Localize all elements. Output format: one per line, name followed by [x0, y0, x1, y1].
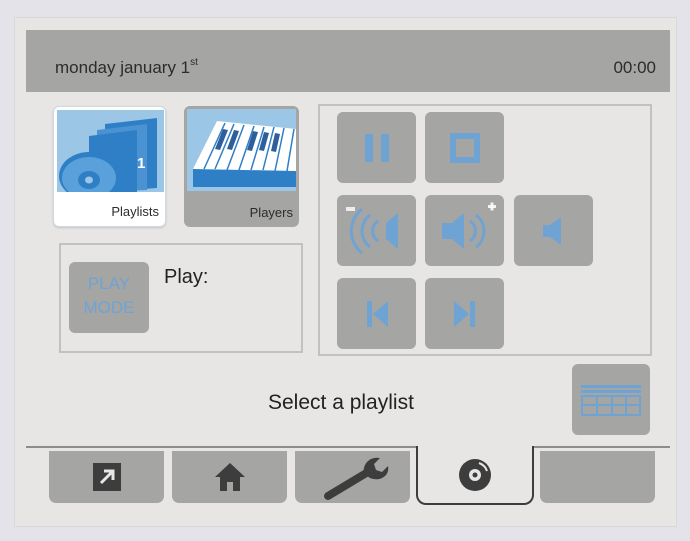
stop-icon: [449, 132, 480, 163]
playlists-icon: 1: [57, 110, 164, 200]
volume-down-icon: [345, 206, 398, 254]
play-mode-label-line2: MODE: [83, 298, 135, 317]
pause-button[interactable]: [337, 112, 416, 183]
play-status-label: Play:: [164, 266, 209, 288]
skip-next-icon: [453, 300, 475, 327]
keyboard-piano-icon: [187, 109, 296, 191]
tab-media[interactable]: [416, 446, 534, 505]
playlists-label: Playlists: [111, 204, 159, 219]
next-button[interactable]: [425, 278, 504, 349]
pause-icon: [364, 133, 389, 162]
tab-bar-divider: [26, 446, 670, 448]
disc-icon: [459, 458, 491, 491]
mute-button[interactable]: [514, 195, 593, 266]
header-bar: monday january 1st 00:00: [26, 30, 670, 92]
play-mode-button[interactable]: PLAY MODE: [69, 262, 149, 333]
keyboard-button[interactable]: [572, 364, 650, 435]
volume-up-icon: [441, 202, 496, 249]
volume-up-button[interactable]: [425, 195, 504, 266]
tab-home[interactable]: [172, 451, 287, 503]
date-suffix: st: [190, 57, 198, 69]
date-display: monday january 1st: [55, 57, 198, 77]
play-mode-label-line1: PLAY: [87, 274, 131, 293]
home-icon: [214, 463, 245, 491]
tab-empty[interactable]: [540, 451, 655, 503]
arrow-out-icon: [92, 463, 121, 491]
mute-icon: [542, 216, 561, 245]
tab-settings[interactable]: [295, 451, 410, 503]
keyboard-icon: [581, 384, 641, 416]
tab-exit[interactable]: [49, 451, 164, 503]
playlists-tile[interactable]: 1 Playlists: [53, 106, 166, 227]
previous-button[interactable]: [337, 278, 416, 349]
time-display: 00:00: [613, 58, 656, 77]
stop-button[interactable]: [425, 112, 504, 183]
status-message: Select a playlist: [268, 391, 414, 414]
volume-down-button[interactable]: [337, 195, 416, 266]
players-label: Players: [249, 205, 293, 220]
wrench-icon: [323, 457, 388, 500]
svg-text:1: 1: [137, 155, 145, 172]
skip-previous-icon: [366, 300, 388, 327]
players-tile[interactable]: Players: [184, 106, 299, 227]
